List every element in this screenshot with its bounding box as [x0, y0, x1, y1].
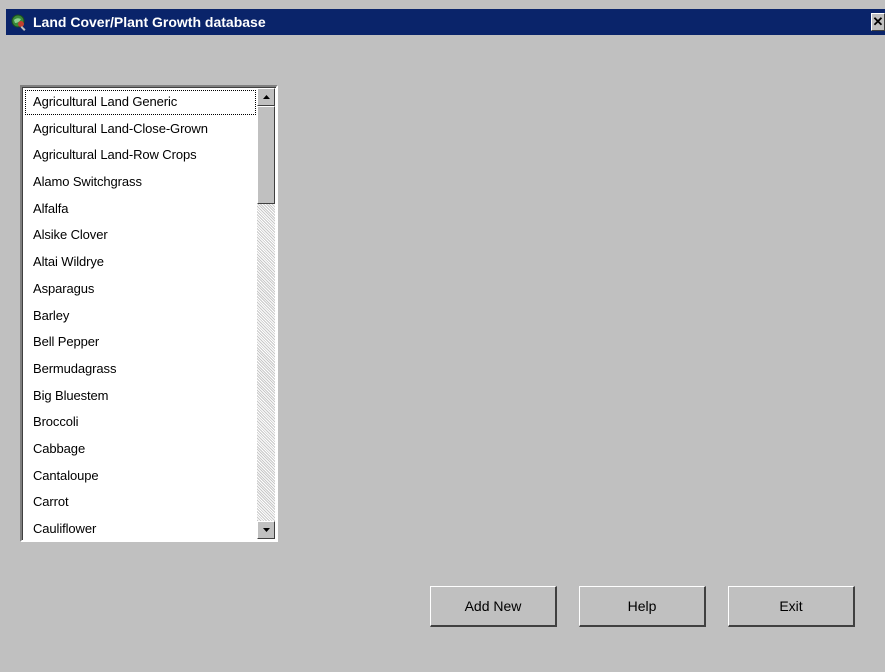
app-icon [9, 12, 29, 32]
list-item[interactable]: Broccoli [24, 409, 257, 436]
exit-button[interactable]: Exit [728, 586, 855, 627]
list-item[interactable]: Big Bluestem [24, 383, 257, 410]
list-item[interactable]: Asparagus [24, 276, 257, 303]
scroll-thumb[interactable] [257, 106, 275, 204]
list-item[interactable]: Agricultural Land-Row Crops [24, 142, 257, 169]
list-item[interactable]: Carrot [24, 489, 257, 516]
list-item[interactable]: Altai Wildrye [24, 249, 257, 276]
list-item[interactable]: Bell Pepper [24, 329, 257, 356]
list-item[interactable]: Agricultural Land-Close-Grown [24, 116, 257, 143]
land-cover-list[interactable]: Agricultural Land Generic Agricultural La… [20, 85, 278, 542]
list-item[interactable]: Agricultural Land Generic [24, 89, 257, 116]
title-bar[interactable]: Land Cover/Plant Growth database ✕ [6, 9, 885, 35]
help-button[interactable]: Help [579, 586, 706, 627]
add-new-button[interactable]: Add New [430, 586, 557, 627]
window-title: Land Cover/Plant Growth database [33, 14, 266, 30]
vertical-scrollbar[interactable] [257, 88, 275, 539]
close-button[interactable]: ✕ [871, 13, 885, 31]
list-item[interactable]: Cauliflower [24, 516, 257, 540]
app-window: Land Cover/Plant Growth database ✕ Agric… [0, 0, 885, 672]
list-item[interactable]: Barley [24, 303, 257, 330]
scroll-up-button[interactable] [257, 88, 275, 106]
scroll-down-button[interactable] [257, 521, 275, 539]
list-items: Agricultural Land Generic Agricultural La… [24, 89, 257, 540]
list-item[interactable]: Cabbage [24, 436, 257, 463]
list-item[interactable]: Bermudagrass [24, 356, 257, 383]
close-icon: ✕ [872, 14, 884, 29]
list-item[interactable]: Alfalfa [24, 196, 257, 223]
arrow-up-icon [262, 95, 270, 99]
list-item[interactable]: Alsike Clover [24, 222, 257, 249]
list-item[interactable]: Alamo Switchgrass [24, 169, 257, 196]
list-item[interactable]: Cantaloupe [24, 463, 257, 490]
arrow-down-icon [262, 528, 270, 532]
